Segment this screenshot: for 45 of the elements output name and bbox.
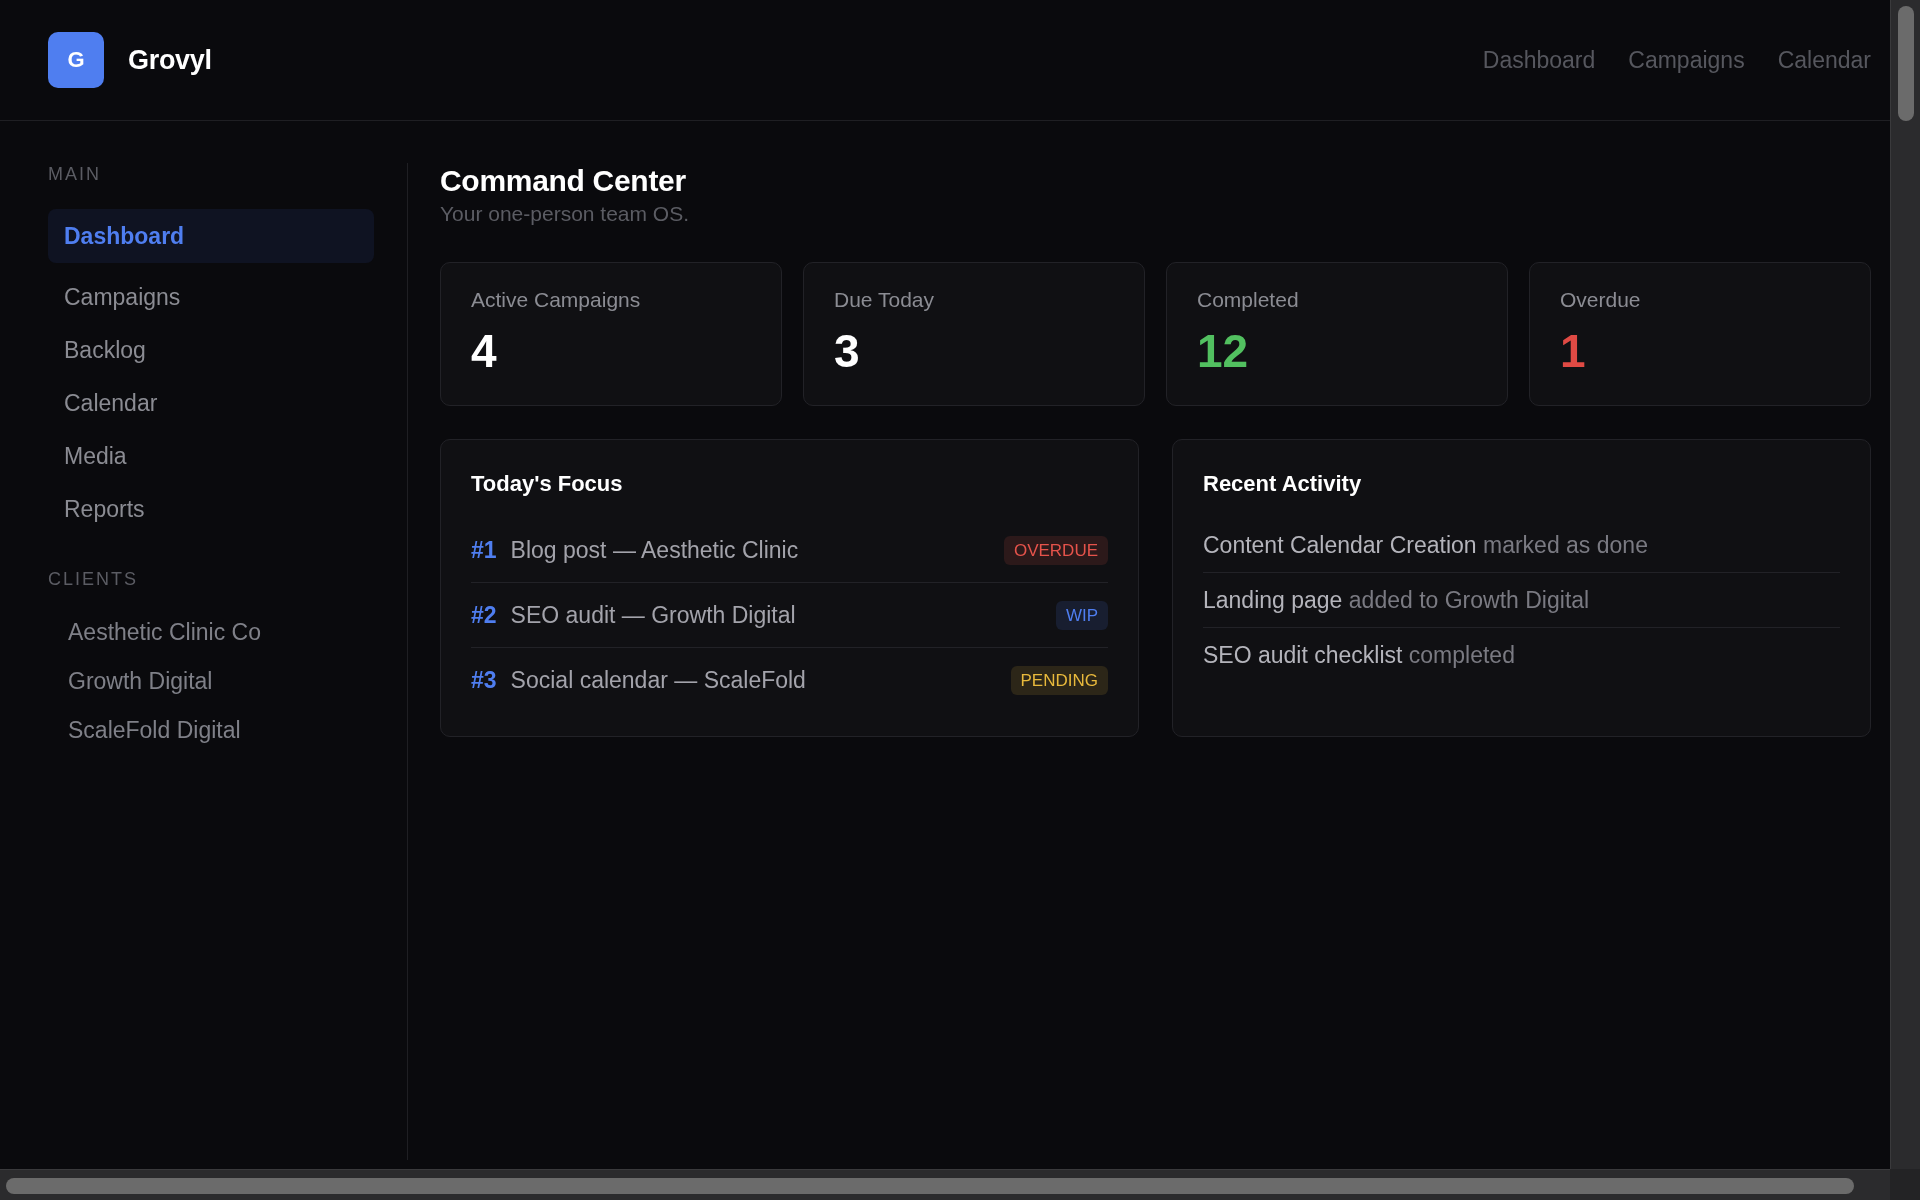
stat-value: 3 bbox=[834, 325, 861, 377]
nav-item[interactable]: Campaigns bbox=[48, 274, 374, 320]
scroll-thumb[interactable] bbox=[1898, 6, 1914, 121]
rank-number: #1 bbox=[471, 536, 497, 565]
client-link[interactable]: ScaleFold Digital bbox=[48, 706, 374, 755]
panel-title: Today's Focus bbox=[471, 470, 624, 498]
status-badge: WIP bbox=[1055, 600, 1108, 630]
stat-value: 1 bbox=[1560, 325, 1587, 377]
task-title: Social calendar — ScaleFold bbox=[510, 666, 806, 695]
activity-entry: Content Calendar Creation marked as done bbox=[1203, 532, 1648, 558]
task-title: SEO audit — Growth Digital bbox=[510, 601, 796, 630]
page-title: Command Center bbox=[440, 163, 687, 199]
nav-item[interactable]: Reports bbox=[48, 486, 374, 532]
vertical-scrollbar[interactable] bbox=[1890, 0, 1920, 1169]
section-label: CLIENTS bbox=[48, 568, 140, 590]
stat-label: Due Today bbox=[834, 287, 936, 313]
nav-item[interactable]: Media bbox=[48, 433, 374, 479]
stat-label: Overdue bbox=[1560, 287, 1642, 313]
client-link[interactable]: Growth Digital bbox=[48, 657, 374, 706]
task-title: Blog post — Aesthetic Clinic bbox=[510, 536, 799, 565]
nav-link[interactable]: Dashboard bbox=[1482, 45, 1596, 75]
nav-item[interactable]: Dashboard bbox=[48, 209, 374, 263]
activity-entry: Landing page added to Growth Digital bbox=[1203, 587, 1590, 613]
stat-label: Active Campaigns bbox=[471, 287, 642, 313]
brand-name: Grovyl bbox=[128, 44, 212, 76]
horizontal-scrollbar[interactable] bbox=[0, 1169, 1890, 1200]
rank-number: #2 bbox=[471, 601, 497, 630]
nav-item[interactable]: Backlog bbox=[48, 327, 374, 373]
stat-label: Completed bbox=[1197, 287, 1300, 313]
client-link[interactable]: Aesthetic Clinic Co bbox=[48, 608, 374, 657]
rank-number: #3 bbox=[471, 666, 497, 695]
logo-mark: G bbox=[48, 32, 104, 88]
section-label: MAIN bbox=[48, 163, 102, 185]
stat-value: 4 bbox=[471, 325, 498, 377]
scroll-thumb[interactable] bbox=[6, 1178, 1854, 1194]
status-badge: OVERDUE bbox=[1003, 535, 1108, 565]
stat-value: 12 bbox=[1197, 325, 1250, 377]
nav-link[interactable]: Campaigns bbox=[1628, 45, 1745, 75]
panel-title: Recent Activity bbox=[1203, 470, 1363, 498]
status-badge: PENDING bbox=[1010, 665, 1108, 695]
scrollbar-corner bbox=[1890, 1169, 1920, 1200]
page-subtitle: Your one-person team OS. bbox=[440, 201, 691, 227]
activity-entry: SEO audit checklist completed bbox=[1203, 642, 1515, 668]
nav-link[interactable]: Calendar bbox=[1777, 45, 1871, 75]
nav-item[interactable]: Calendar bbox=[48, 380, 374, 426]
